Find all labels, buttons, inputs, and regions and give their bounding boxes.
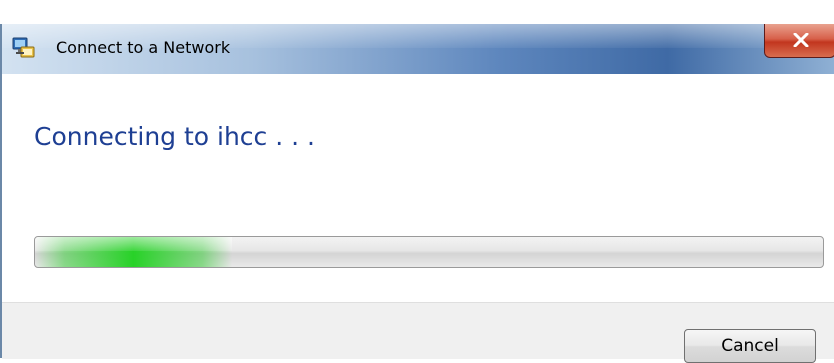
title-bar[interactable]: Connect to a Network <box>2 24 834 74</box>
close-button[interactable] <box>764 24 834 58</box>
dialog-footer: Cancel <box>2 302 834 363</box>
connection-progress-bar <box>34 236 824 268</box>
close-icon <box>793 33 809 47</box>
connecting-status-heading: Connecting to ihcc . . . <box>34 122 315 151</box>
progress-highlight <box>35 237 232 267</box>
dialog-window: Connect to a Network Connecting to ihcc … <box>0 24 834 363</box>
network-connect-icon <box>12 36 36 60</box>
window-title: Connect to a Network <box>56 38 231 57</box>
